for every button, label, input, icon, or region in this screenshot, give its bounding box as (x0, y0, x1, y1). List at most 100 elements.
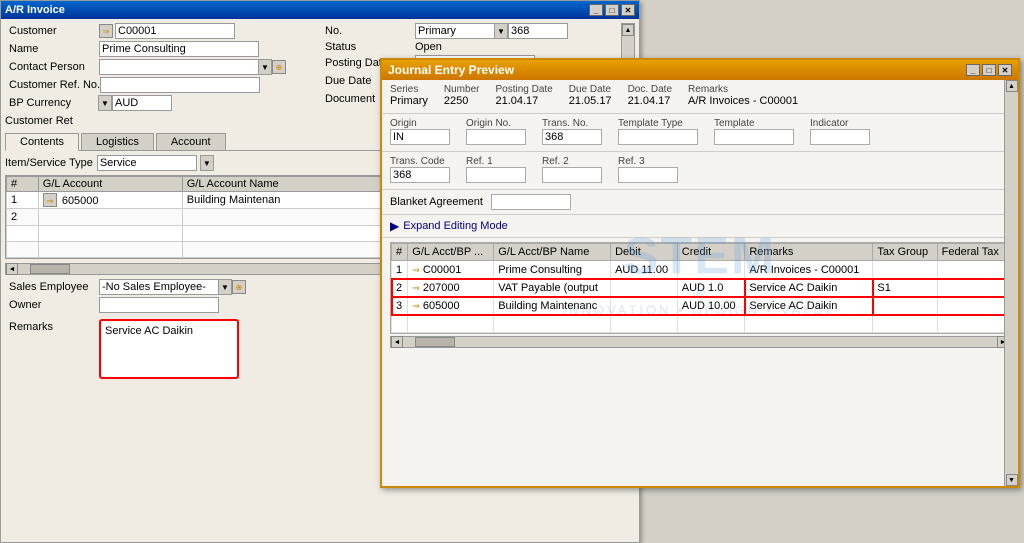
je-col-debit: Debit (611, 244, 678, 261)
je-ref2-input[interactable] (542, 167, 602, 183)
je-col-remarks: Remarks (745, 244, 873, 261)
je-row2-credit: AUD 1.0 (677, 279, 745, 297)
je-data-row-4 (392, 315, 1009, 333)
customer-nav-icon[interactable]: ⇒ (99, 24, 113, 38)
customer-ref-input[interactable] (100, 77, 260, 93)
blanket-agreement-input[interactable] (491, 194, 571, 210)
je-remarks-header-label: Remarks (688, 84, 798, 95)
owner-input[interactable] (99, 297, 219, 313)
scroll-left-btn[interactable]: ◄ (6, 263, 18, 275)
je-template-type-input[interactable] (618, 129, 698, 145)
maximize-button[interactable]: □ (605, 4, 619, 16)
je-grid-header-row: # G/L Acct/BP ... G/L Acct/BP Name Debit… (392, 244, 1009, 261)
je-row3-acct: ⇒ 605000 (408, 297, 494, 315)
je-scrollbar-thumb[interactable] (415, 337, 455, 347)
je-row2-remarks: Service AC Daikin (745, 279, 873, 297)
row3-account-name (182, 226, 398, 242)
je-trans-code-input[interactable] (390, 167, 450, 183)
minimize-button[interactable]: _ (589, 4, 603, 16)
je-row3-credit: AUD 10.00 (677, 297, 745, 315)
je-grid-container: # G/L Acct/BP ... G/L Acct/BP Name Debit… (390, 242, 1010, 334)
je-window-controls: _ □ ✕ (966, 64, 1012, 76)
je-row2-acct: ⇒ 207000 (408, 279, 494, 297)
name-label: Name (9, 43, 99, 55)
status-value: Open (415, 41, 442, 53)
customer-input[interactable] (115, 23, 235, 39)
customer-row: Customer ⇒ (5, 23, 297, 39)
bp-currency-dropdown[interactable]: ▼ (98, 95, 112, 111)
je-due-date-value: 21.05.17 (569, 95, 612, 107)
contact-person-label: Contact Person (9, 61, 99, 73)
sales-employee-nav[interactable]: ⊕ (232, 280, 246, 294)
je-row4-federal-tax (937, 315, 1008, 333)
scroll-up-btn[interactable]: ▲ (622, 24, 634, 36)
blanket-agreement-label: Blanket Agreement (390, 196, 483, 208)
je-row4-name (494, 315, 611, 333)
tab-logistics[interactable]: Logistics (81, 133, 154, 150)
je-row3-remarks: Service AC Daikin (745, 297, 873, 315)
je-posting-date-label: Posting Date (495, 84, 552, 95)
no-type-dropdown[interactable]: ▼ (494, 23, 508, 39)
item-service-dropdown[interactable]: ▼ (200, 155, 214, 171)
je-row4-credit (677, 315, 745, 333)
je-row1-remarks: A/R Invoices - C00001 (745, 261, 873, 279)
expand-arrow-icon: ▶ (390, 219, 399, 233)
je-origin-no-input[interactable] (466, 129, 526, 145)
je-doc-date-value: 21.04.17 (628, 95, 672, 107)
je-close-btn[interactable]: ✕ (998, 64, 1012, 76)
je-origin-field: Origin (390, 118, 450, 145)
je-section-3: Trans. Code Ref. 1 Ref. 2 Ref. 3 (382, 152, 1018, 190)
je-row2-debit (611, 279, 678, 297)
contact-person-row: Contact Person ▼ ⊕ (5, 59, 297, 75)
bp-currency-input[interactable] (112, 95, 172, 111)
je-ref1-input[interactable] (466, 167, 526, 183)
sales-employee-input[interactable] (99, 279, 219, 295)
je-scroll-down-btn[interactable]: ▼ (1006, 474, 1018, 486)
je-ref3-label: Ref. 3 (618, 156, 678, 167)
item-service-input[interactable] (97, 155, 197, 171)
je-series-value: Primary (390, 95, 428, 107)
contact-person-input[interactable] (99, 59, 259, 75)
remarks-box[interactable]: Service AC Daikin (99, 319, 239, 379)
je-trans-no-input[interactable] (542, 129, 602, 145)
tab-contents[interactable]: Contents (5, 133, 79, 151)
scrollbar-thumb[interactable] (30, 264, 70, 274)
bp-currency-label: BP Currency (9, 97, 99, 109)
expand-editing-link[interactable]: ▶ Expand Editing Mode (390, 219, 1010, 233)
no-number-input[interactable] (508, 23, 568, 39)
je-title-text: Journal Entry Preview (388, 63, 514, 77)
col-num: # (7, 177, 39, 192)
je-ref1-field: Ref. 1 (466, 156, 526, 183)
name-input[interactable] (99, 41, 259, 57)
je-trans-code-field: Trans. Code (390, 156, 450, 183)
close-button[interactable]: ✕ (621, 4, 635, 16)
je-section-2: Origin Origin No. Trans. No. Template Ty… (382, 114, 1018, 152)
je-ref2-field: Ref. 2 (542, 156, 602, 183)
contact-person-dropdown[interactable]: ▼ (258, 59, 272, 75)
je-scroll-left-btn[interactable]: ◄ (391, 336, 403, 348)
row1-nav-icon[interactable]: ⇒ (43, 193, 57, 207)
row1-account: ⇒ 605000 (38, 192, 182, 209)
je-remarks-header-value: A/R Invoices - C00001 (688, 95, 798, 107)
tab-accounting[interactable]: Account (156, 133, 226, 150)
je-row4-tax-group (873, 315, 937, 333)
je-ref3-input[interactable] (618, 167, 678, 183)
je-minimize-btn[interactable]: _ (966, 64, 980, 76)
sales-employee-dropdown[interactable]: ▼ (218, 279, 232, 295)
je-template-input[interactable] (714, 129, 794, 145)
customer-ref-label: Customer Ref. No. (9, 79, 100, 91)
je-indicator-input[interactable] (810, 129, 870, 145)
je-scrollbar-h[interactable]: ◄ ► (390, 336, 1010, 348)
no-type-input[interactable] (415, 23, 495, 39)
je-scrollbar-v[interactable]: ▲ ▼ (1004, 80, 1018, 486)
bp-currency-row: BP Currency ▼ (5, 95, 297, 111)
je-maximize-btn[interactable]: □ (982, 64, 996, 76)
je-col-tax-group: Tax Group (873, 244, 937, 261)
je-scroll-up-btn[interactable]: ▲ (1006, 80, 1018, 92)
row2-account (38, 209, 182, 226)
contact-person-nav[interactable]: ⊕ (272, 60, 286, 74)
je-template-type-field: Template Type (618, 118, 698, 145)
je-origin-input[interactable] (390, 129, 450, 145)
je-row1-nav-icon: ⇒ (412, 265, 420, 275)
row1-account-name: Building Maintenan (182, 192, 398, 209)
